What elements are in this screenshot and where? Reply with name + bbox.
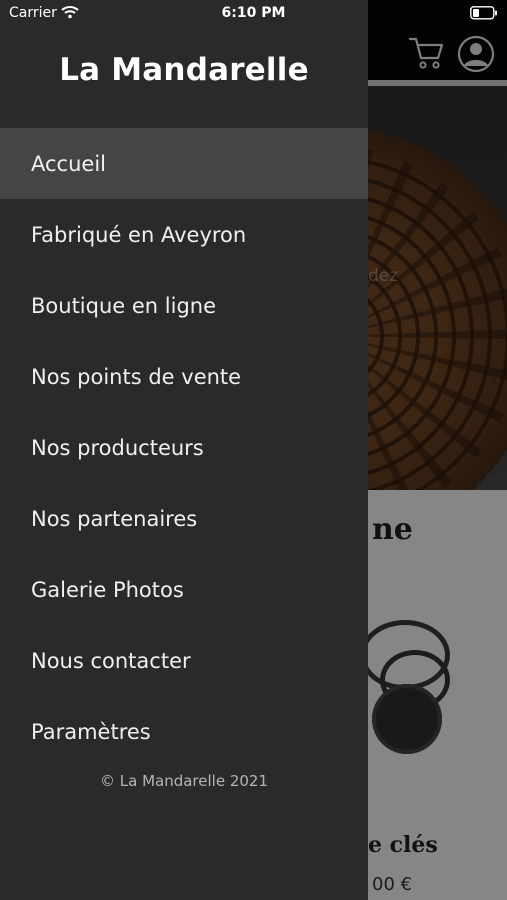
menu-item-label: Nos points de vente xyxy=(31,364,242,389)
menu-item-label: Fabriqué en Aveyron xyxy=(31,222,247,247)
menu-item-parametres[interactable]: Paramètres xyxy=(0,696,368,767)
menu-item-galerie-photos[interactable]: Galerie Photos xyxy=(0,554,368,625)
status-bar: Carrier 6:10 PM xyxy=(0,0,507,28)
menu-item-fabrique-en-aveyron[interactable]: Fabriqué en Aveyron xyxy=(0,199,368,270)
menu-item-label: Galerie Photos xyxy=(31,577,184,602)
menu-item-label: Boutique en ligne xyxy=(31,293,217,318)
menu-item-nous-contacter[interactable]: Nous contacter xyxy=(0,625,368,696)
menu-item-label: Nous contacter xyxy=(31,648,191,673)
menu-item-label: Paramètres xyxy=(31,719,151,744)
drawer-menu: Accueil Fabriqué en Aveyron Boutique en … xyxy=(0,128,368,767)
menu-item-producteurs[interactable]: Nos producteurs xyxy=(0,412,368,483)
menu-item-label: Nos partenaires xyxy=(31,506,198,531)
menu-item-points-de-vente[interactable]: Nos points de vente xyxy=(0,341,368,412)
navigation-drawer: La Mandarelle Accueil Fabriqué en Aveyro… xyxy=(0,0,368,900)
menu-item-label: Accueil xyxy=(31,151,106,176)
copyright-text: © La Mandarelle 2021 xyxy=(99,772,268,790)
app-title: La Mandarelle xyxy=(59,52,309,88)
menu-item-accueil[interactable]: Accueil xyxy=(0,128,368,199)
status-time: 6:10 PM xyxy=(221,5,286,21)
menu-item-boutique-en-ligne[interactable]: Boutique en ligne xyxy=(0,270,368,341)
battery-icon xyxy=(470,6,497,20)
menu-item-label: Nos producteurs xyxy=(31,435,204,460)
menu-item-partenaires[interactable]: Nos partenaires xyxy=(0,483,368,554)
